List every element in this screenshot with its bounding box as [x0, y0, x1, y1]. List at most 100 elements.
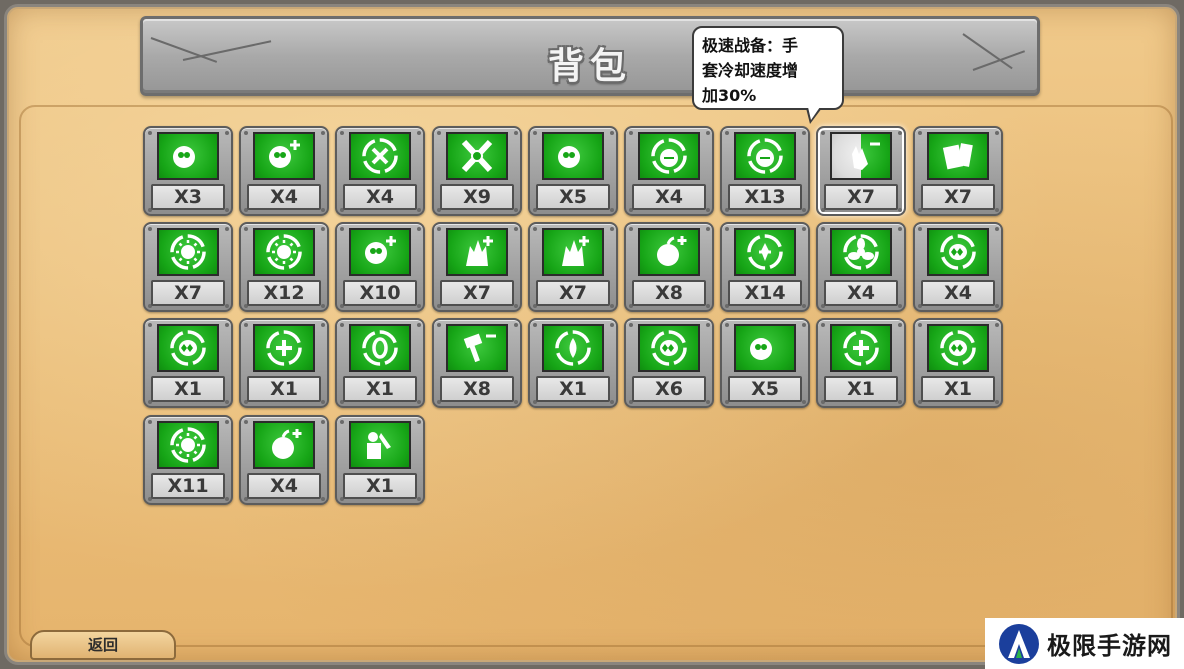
drop-ring-icon [555, 330, 591, 366]
item-count: X4 [247, 473, 321, 499]
crossed-target-icon [461, 139, 493, 173]
item-icon-frame [157, 228, 219, 276]
spiky-plus-icon [466, 236, 493, 266]
slot-bolt [629, 131, 633, 135]
inventory-slot[interactable]: X7 [816, 126, 906, 216]
zero-ring-icon [362, 330, 398, 366]
inventory-slot[interactable]: X1 [335, 415, 425, 505]
slot-bolt [610, 208, 614, 212]
inventory-slot[interactable]: X4 [816, 222, 906, 312]
slot-bolt [244, 227, 248, 231]
inventory-slot[interactable]: X10 [335, 222, 425, 312]
item-icon-frame [253, 324, 315, 372]
slot-bolt [244, 420, 248, 424]
inventory-slot[interactable]: X4 [335, 126, 425, 216]
slot-bolt [898, 400, 902, 404]
slot-bolt [225, 400, 229, 404]
inventory-slot[interactable]: X14 [720, 222, 810, 312]
item-icon-frame [638, 324, 700, 372]
item-count: X5 [536, 184, 610, 210]
item-icon-frame [157, 132, 219, 180]
inventory-slot[interactable]: X8 [432, 318, 522, 408]
slot-bolt [417, 208, 421, 212]
slot-bolt [340, 227, 344, 231]
inventory-slot[interactable]: X7 [913, 126, 1003, 216]
slot-bolt [340, 131, 344, 135]
item-icon-frame [253, 228, 315, 276]
inventory-slot[interactable]: X7 [432, 222, 522, 312]
slot-bolt [802, 208, 806, 212]
item-count: X7 [921, 184, 995, 210]
cactus-plus-icon [562, 236, 589, 266]
item-count: X1 [247, 376, 321, 402]
inventory-slot[interactable]: X9 [432, 126, 522, 216]
nut-plus-icon [657, 236, 687, 266]
back-button[interactable]: 返回 [30, 630, 176, 660]
slot-bolt [706, 400, 710, 404]
inventory-slot[interactable]: X5 [528, 126, 618, 216]
circle-plus-icon [266, 330, 302, 366]
slot-bolt [706, 304, 710, 308]
item-icon-frame [253, 421, 315, 469]
pea-ring-icon [558, 146, 580, 168]
inventory-slot[interactable]: X7 [143, 222, 233, 312]
inventory-slot[interactable]: X4 [239, 126, 329, 216]
pea-bomb-plus-icon [365, 236, 396, 264]
slot-bolt [995, 304, 999, 308]
inventory-slot[interactable]: X1 [816, 318, 906, 408]
item-count: X4 [921, 280, 995, 306]
slot-bolt [514, 227, 518, 231]
slot-bolt [610, 304, 614, 308]
inventory-slot[interactable]: X1 [913, 318, 1003, 408]
twin-pea-plus-icon [750, 338, 772, 360]
tooltip-line-1: 极速战备：手 [702, 36, 799, 55]
slot-bolt [610, 227, 614, 231]
inventory-slot[interactable]: X7 [528, 222, 618, 312]
inventory-slot[interactable]: X5 [720, 318, 810, 408]
item-icon-frame [542, 228, 604, 276]
item-count: X6 [632, 376, 706, 402]
title-banner: 背包 [140, 16, 1040, 96]
tooltip-line-2: 套冷却速度增 [702, 61, 799, 80]
inventory-slot[interactable]: X13 [720, 126, 810, 216]
slot-bolt [417, 420, 421, 424]
slot-bolt [706, 208, 710, 212]
slot-bolt [148, 420, 152, 424]
inventory-slot[interactable]: X1 [528, 318, 618, 408]
item-icon-frame [253, 132, 315, 180]
inventory-slot[interactable]: X11 [143, 415, 233, 505]
item-icon-frame [927, 228, 989, 276]
slot-bolt [225, 497, 229, 501]
inventory-slot[interactable]: X4 [239, 415, 329, 505]
item-count: X7 [536, 280, 610, 306]
inventory-slot[interactable]: X12 [239, 222, 329, 312]
slot-bolt [437, 227, 441, 231]
inventory-slot[interactable]: X8 [624, 222, 714, 312]
slot-bolt [995, 208, 999, 212]
inventory-slot[interactable]: X1 [239, 318, 329, 408]
inventory-slot[interactable]: X3 [143, 126, 233, 216]
chomper-ring-2-icon [940, 330, 976, 366]
item-count: X3 [151, 184, 225, 210]
item-count: X11 [151, 473, 225, 499]
watermark-text: 极限手游网 [1047, 631, 1172, 660]
item-icon-frame [349, 324, 411, 372]
slot-bolt [225, 208, 229, 212]
slot-bolt [417, 304, 421, 308]
nut-plus-2-icon [272, 429, 302, 459]
item-count: X9 [440, 184, 514, 210]
inventory-slot[interactable]: X4 [913, 222, 1003, 312]
item-icon-frame [446, 324, 508, 372]
item-count: X7 [440, 280, 514, 306]
face-ring-icon [651, 138, 687, 174]
inventory-slot[interactable]: X6 [624, 318, 714, 408]
item-count: X14 [728, 280, 802, 306]
item-count: X12 [247, 280, 321, 306]
slot-bolt [802, 400, 806, 404]
inventory-slot[interactable]: X4 [624, 126, 714, 216]
inventory-slot[interactable]: X1 [335, 318, 425, 408]
inventory-slot[interactable]: X1 [143, 318, 233, 408]
crosshair-circle-icon [362, 138, 398, 174]
slot-bolt [995, 227, 999, 231]
shield-plus-icon [747, 234, 783, 270]
